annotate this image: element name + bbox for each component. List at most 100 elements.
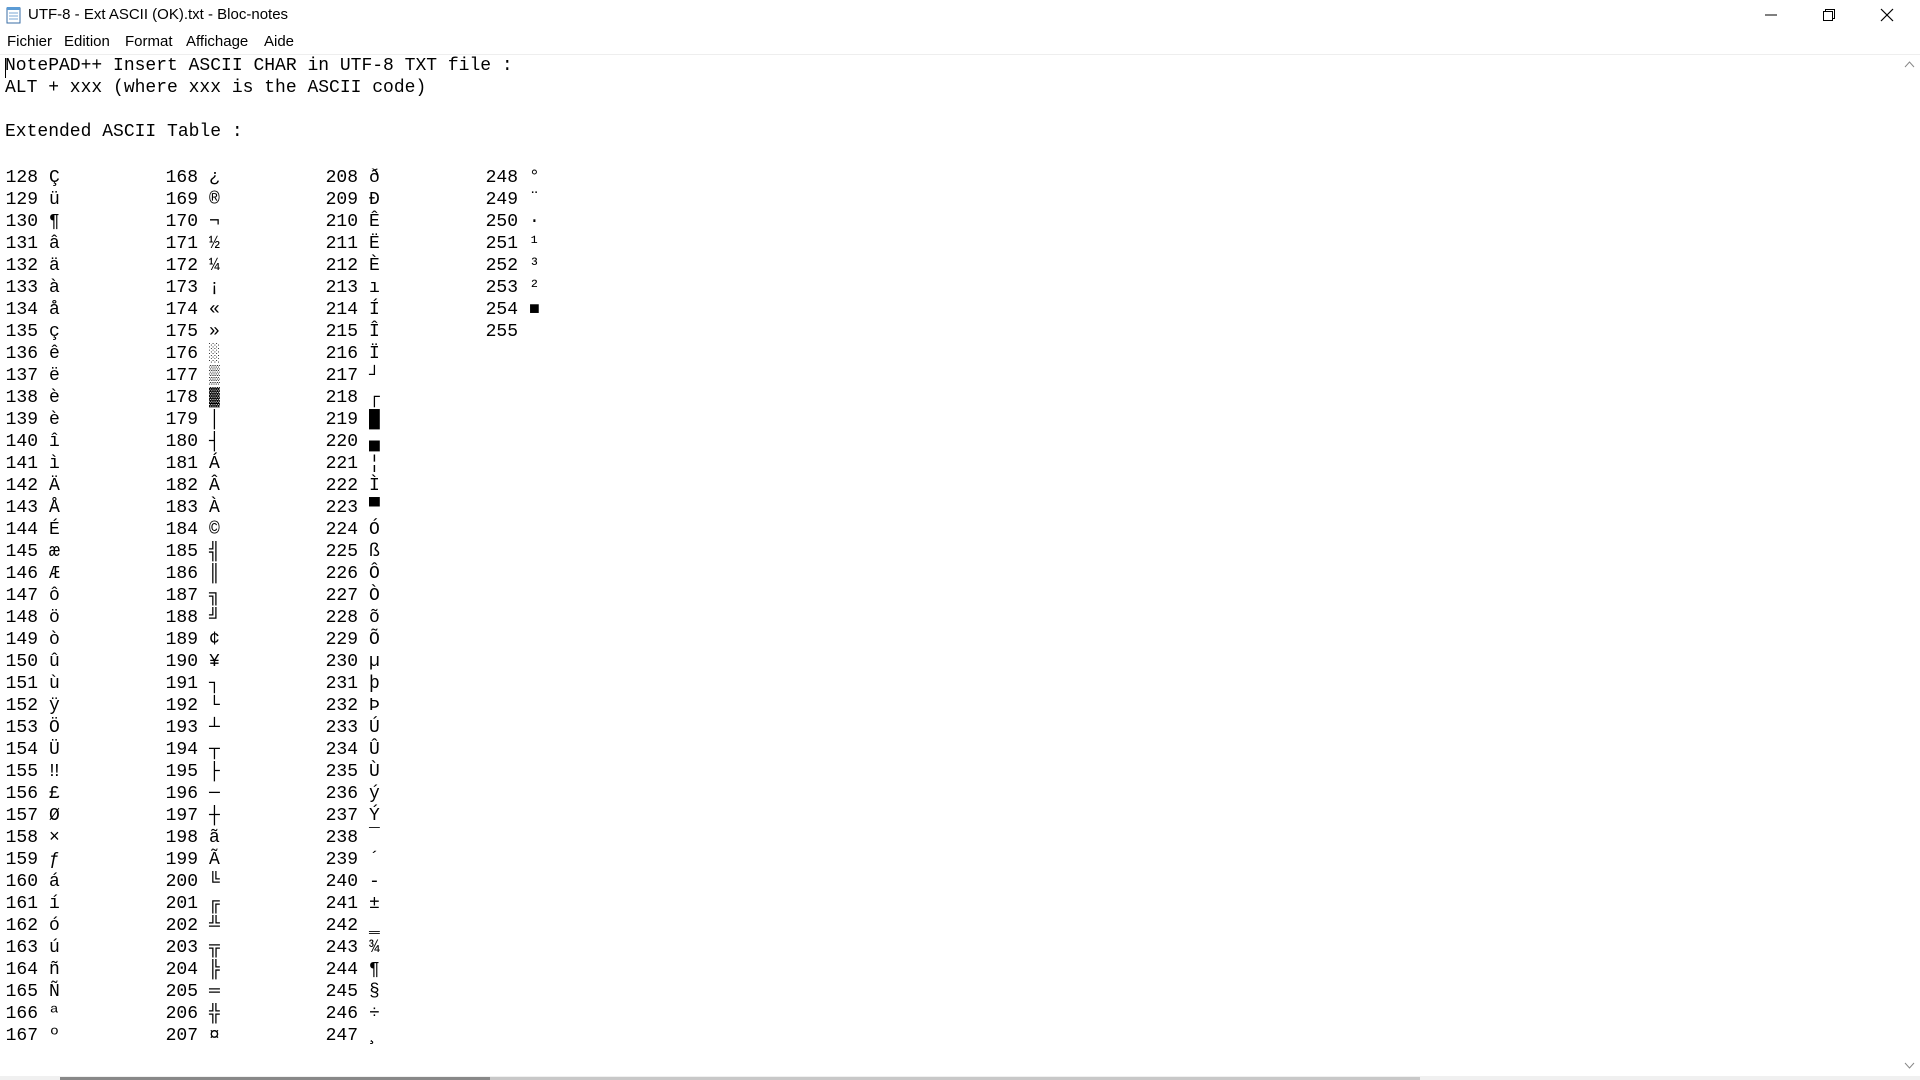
vertical-scrollbar[interactable] [1899, 55, 1920, 1076]
menu-edition[interactable]: Edition [64, 33, 110, 51]
ascii-code: 185 [165, 542, 198, 562]
ascii-char: ¦ [369, 454, 380, 474]
ascii-code: 214 [325, 300, 358, 320]
ascii-code: 153 [5, 718, 38, 738]
ascii-char: µ [369, 652, 380, 672]
ascii-code: 242 [325, 916, 358, 936]
ascii-entry: 197 ┼ [165, 805, 221, 827]
menu-affichage[interactable]: Affichage [186, 33, 248, 51]
ascii-char: ì [49, 454, 60, 474]
ascii-entry: 149 ò [5, 629, 61, 651]
ascii-char: Î [369, 322, 380, 342]
ascii-entry: 255 [485, 321, 541, 343]
ascii-char: ÿ [49, 696, 60, 716]
ascii-char: ƒ [49, 850, 60, 870]
ascii-char: ¶ [49, 212, 60, 232]
ascii-char: Ø [49, 806, 60, 826]
ascii-entry: 157 Ø [5, 805, 61, 827]
ascii-code: 253 [485, 278, 518, 298]
ascii-code: 170 [165, 212, 198, 232]
ascii-code: 149 [5, 630, 38, 650]
ascii-code: 205 [165, 982, 198, 1002]
ascii-char: ¾ [369, 938, 380, 958]
ascii-entry: 213 ı [325, 277, 381, 299]
ascii-code: 210 [325, 212, 358, 232]
ascii-code: 211 [325, 234, 358, 254]
menu-aide[interactable]: Aide [264, 33, 294, 51]
ascii-code: 192 [165, 696, 198, 716]
ascii-code: 152 [5, 696, 38, 716]
ascii-char: â [49, 234, 60, 254]
ascii-char: ¬ [209, 212, 220, 232]
ascii-char: É [49, 520, 60, 540]
ascii-char: ▒ [209, 366, 220, 386]
ascii-char: Ç [49, 168, 60, 188]
ascii-entry: 147 ô [5, 585, 61, 607]
ascii-entry: 204 ╠ [165, 959, 221, 981]
ascii-code: 209 [325, 190, 358, 210]
ascii-char: º [49, 1026, 60, 1046]
ascii-code: 148 [5, 608, 38, 628]
menu-format[interactable]: Format [125, 33, 173, 51]
ascii-char: ¢ [209, 630, 220, 650]
ascii-char: ‼ [49, 762, 60, 782]
ascii-char: õ [369, 608, 380, 628]
restore-icon [1823, 9, 1835, 21]
ascii-code: 196 [165, 784, 198, 804]
ascii-code: 218 [325, 388, 358, 408]
ascii-char: ├ [209, 762, 220, 782]
ascii-char: ╔ [209, 894, 220, 914]
ascii-entry: 211 Ë [325, 233, 381, 255]
ascii-entry: 136 ê [5, 343, 61, 365]
ascii-code: 144 [5, 520, 38, 540]
ascii-char: ¡ [209, 278, 220, 298]
scroll-up-icon[interactable] [1904, 59, 1915, 70]
ascii-entry: 207 ¤ [165, 1025, 221, 1047]
ascii-code: 233 [325, 718, 358, 738]
ascii-char: ‗ [369, 916, 380, 936]
ascii-code: 200 [165, 872, 198, 892]
ascii-char: ┬ [209, 740, 220, 760]
ascii-char [529, 321, 541, 343]
ascii-entry: 210 Ê [325, 211, 381, 233]
ascii-code: 229 [325, 630, 358, 650]
text-editor[interactable]: NotePAD++ Insert ASCII CHAR in UTF-8 TXT… [0, 55, 1899, 1076]
scroll-down-icon[interactable] [1904, 1060, 1915, 1071]
ascii-column-4: 248 ° 249 ¨ 250 · 251 ¹ 252 ³ 253 ² 254 ■ 255 [485, 167, 541, 343]
ascii-char: Ù [369, 762, 380, 782]
ascii-char: ▓ [209, 388, 220, 408]
ascii-code: 240 [325, 872, 358, 892]
restore-button[interactable] [1800, 0, 1858, 30]
ascii-entry: 140 î [5, 431, 61, 453]
minimize-button[interactable] [1742, 0, 1800, 30]
ascii-char: ä [49, 256, 60, 276]
ascii-entry: 183 À [165, 497, 221, 519]
close-button[interactable] [1858, 0, 1916, 30]
ascii-entry: 205 ═ [165, 981, 221, 1003]
ascii-code: 227 [325, 586, 358, 606]
ascii-code: 130 [5, 212, 38, 232]
menu-fichier[interactable]: Fichier [7, 33, 52, 51]
ascii-char: ┼ [209, 806, 220, 826]
